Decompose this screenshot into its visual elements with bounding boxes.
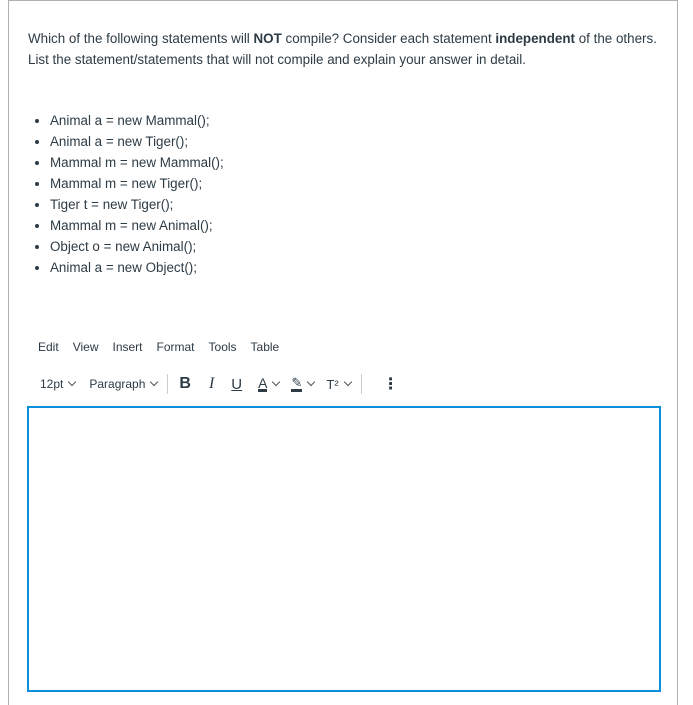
question-emphasis-independent: independent — [495, 31, 576, 46]
statement-item: Animal a = new Mammal(); — [50, 110, 224, 131]
statement-item: Object o = new Animal(); — [50, 236, 224, 257]
statement-item: Mammal m = new Tiger(); — [50, 173, 224, 194]
chevron-down-icon — [343, 377, 352, 387]
answer-editor[interactable] — [27, 406, 661, 692]
menu-view[interactable]: View — [73, 340, 99, 354]
editor-menubar: Edit View Insert Format Tools Table — [38, 340, 279, 354]
chevron-down-icon — [307, 377, 316, 387]
statement-item: Tiger t = new Tiger(); — [50, 194, 224, 215]
more-options-button[interactable]: ⋮ — [383, 374, 399, 394]
question-text-part: Which of the following statements will — [28, 31, 254, 46]
statement-item: Animal a = new Object(); — [50, 257, 224, 278]
question-text-part: compile? Consider each statement — [281, 31, 496, 46]
question-text: Which of the following statements will N… — [28, 28, 658, 70]
question-emphasis-not: NOT — [253, 31, 282, 46]
italic-button[interactable]: I — [209, 375, 214, 393]
more-vertical-icon: ⋮ — [382, 376, 399, 393]
menu-format[interactable]: Format — [157, 340, 195, 354]
underline-button[interactable]: U — [231, 376, 242, 393]
statement-item: Animal a = new Tiger(); — [50, 131, 224, 152]
menu-table[interactable]: Table — [251, 340, 280, 354]
toolbar-divider — [360, 374, 362, 394]
font-color-icon: A — [258, 374, 268, 392]
bold-icon: B — [179, 375, 191, 392]
menu-tools[interactable]: Tools — [209, 340, 237, 354]
underline-icon: U — [231, 375, 243, 393]
superscript-icon: T² — [326, 376, 339, 392]
block-format-value: Paragraph — [89, 377, 146, 391]
bold-button[interactable]: B — [179, 375, 191, 393]
statement-item: Mammal m = new Mammal(); — [50, 152, 224, 173]
font-size-dropdown[interactable]: 12pt — [40, 377, 77, 391]
highlighter-icon: ✎ — [291, 374, 303, 392]
chevron-down-icon — [68, 377, 77, 387]
editor-toolbar: 12pt Paragraph B I U A ✎ T² ⋮ — [40, 374, 399, 394]
font-size-value: 12pt — [40, 377, 64, 391]
highlight-color-button[interactable]: ✎ — [291, 374, 316, 392]
menu-insert[interactable]: Insert — [112, 340, 142, 354]
statement-list: Animal a = new Mammal(); Animal a = new … — [28, 110, 224, 278]
block-format-dropdown[interactable]: Paragraph — [89, 377, 159, 391]
menu-edit[interactable]: Edit — [38, 340, 59, 354]
superscript-button[interactable]: T² — [326, 376, 352, 392]
chevron-down-icon — [150, 377, 159, 387]
toolbar-divider — [167, 374, 169, 394]
statement-item: Mammal m = new Animal(); — [50, 215, 224, 236]
font-color-button[interactable]: A — [258, 374, 281, 392]
chevron-down-icon — [272, 377, 281, 387]
italic-icon: I — [208, 375, 215, 392]
